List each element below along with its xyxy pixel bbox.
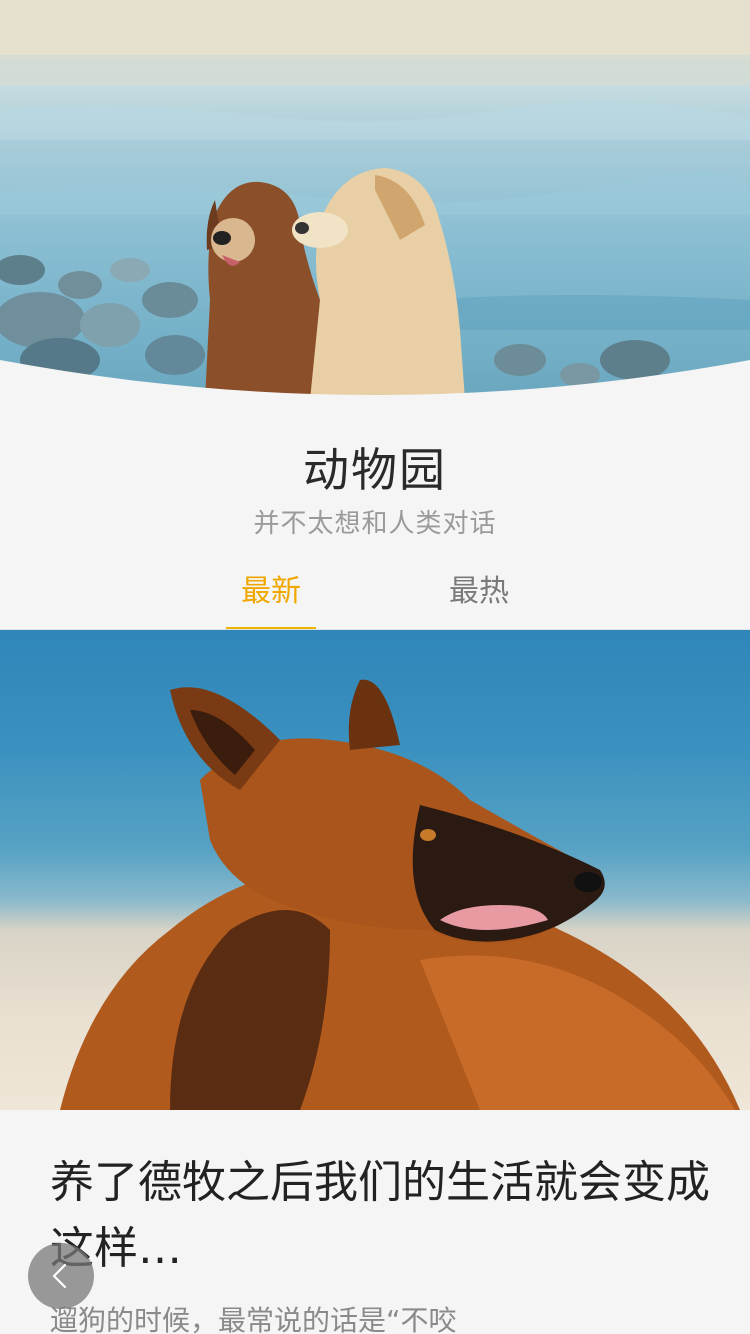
- chevron-left-icon: [52, 1263, 67, 1289]
- tab-hot-label: 最热: [449, 574, 509, 609]
- article-cover-image[interactable]: [0, 630, 750, 1110]
- tab-hot[interactable]: 最热: [434, 562, 524, 630]
- page: 动物园 并不太想和人类对话 最新 最热 养了德牧之后我们的生活就会变成这样… 遛…: [0, 0, 750, 1334]
- hero-banner-image: [0, 0, 750, 400]
- channel-subtitle: 并不太想和人类对话: [253, 509, 497, 539]
- tab-bar: 最新 最热: [0, 562, 750, 630]
- back-button[interactable]: [28, 1243, 94, 1309]
- german-shepherd-illustration: [60, 679, 740, 1110]
- channel-title: 动物园: [303, 443, 447, 497]
- article-excerpt: 遛狗的时候，最常说的话是“不咬: [50, 1304, 457, 1334]
- golden-retrievers-illustration: [0, 0, 750, 400]
- tab-latest-label: 最新: [241, 574, 301, 609]
- tab-latest[interactable]: 最新: [226, 562, 316, 630]
- article-title[interactable]: 养了德牧之后我们的生活就会变成这样…: [50, 1150, 710, 1282]
